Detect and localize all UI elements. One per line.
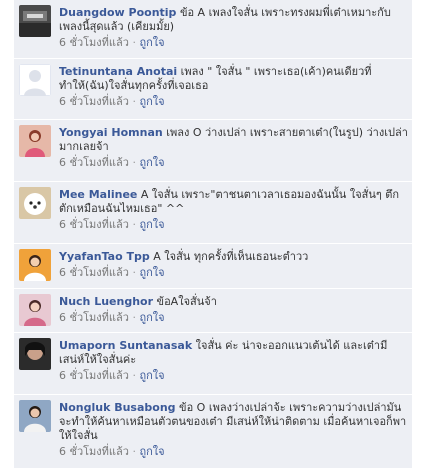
comment-meta: 6 ชั่วโมงที่แล้ว · ถูกใจ [59,445,408,459]
comment-item: Mee Malinee A ใจสั่น เพราะ"ตาชนตาเวลาเธอ… [14,182,412,244]
comment-item: YyafanTao Tpp A ใจสั่น ทุกครั้งที่เห็นเธ… [14,244,412,289]
comment-timestamp: 6 ชั่วโมงที่แล้ว [59,311,129,324]
like-link[interactable]: ถูกใจ [139,156,164,169]
comment-body: Duangdow Poontip ข้อ A เพลงใจสั่น เพราะท… [59,6,408,50]
avatar[interactable] [19,294,51,326]
like-link[interactable]: ถูกใจ [139,445,164,458]
comment-item: Duangdow Poontip ข้อ A เพลงใจสั่น เพราะท… [14,0,412,59]
separator-dot: · [132,369,136,382]
avatar[interactable] [19,187,51,219]
comment-meta: 6 ชั่วโมงที่แล้ว · ถูกใจ [59,95,408,109]
comment-meta: 6 ชั่วโมงที่แล้ว · ถูกใจ [59,369,408,383]
comment-text: A ใจสั่น ทุกครั้งที่เห็นเธอนะตำวว [153,250,309,263]
separator-dot: · [132,266,136,279]
comment-body: Nongluk Busabong ข้อ O เพลงว่างเปล่าจ้ะ … [59,401,408,459]
comment-timestamp: 6 ชั่วโมงที่แล้ว [59,95,129,108]
profile-photo-dog-icon [19,187,51,219]
comment-body: Umaporn Suntanasak ใจสั่น ค่ะ น่าจะออกแน… [59,339,408,383]
like-link[interactable]: ถูกใจ [139,95,164,108]
separator-dot: · [132,218,136,231]
comment-meta: 6 ชั่วโมงที่แล้ว · ถูกใจ [59,311,408,325]
like-link[interactable]: ถูกใจ [139,218,164,231]
comment-timestamp: 6 ชั่วโมงที่แล้ว [59,218,129,231]
comment-timestamp: 6 ชั่วโมงที่แล้ว [59,266,129,279]
commenter-name-link[interactable]: Mee Malinee [59,188,137,201]
avatar[interactable] [19,5,51,37]
comment-timestamp: 6 ชั่วโมงที่แล้ว [59,36,129,49]
commenter-name-link[interactable]: Tetinuntana Anotai [59,65,177,78]
separator-dot: · [132,445,136,458]
like-link[interactable]: ถูกใจ [139,36,164,49]
comment-item: Nongluk Busabong ข้อ O เพลงว่างเปล่าจ้ะ … [14,395,412,469]
avatar[interactable] [19,125,51,157]
comment-body: Tetinuntana Anotai เพลง " ใจสั่น " เพราะ… [59,65,408,109]
separator-dot: · [132,95,136,108]
avatar[interactable] [19,400,51,432]
like-link[interactable]: ถูกใจ [139,369,164,382]
profile-photo-rose-icon [19,294,51,326]
commenter-name-link[interactable]: Nuch Luenghor [59,295,153,308]
separator-dot: · [132,36,136,49]
profile-photo-face-icon [19,338,51,370]
comment-item: Tetinuntana Anotai เพลง " ใจสั่น " เพราะ… [14,59,412,120]
commenter-name-link[interactable]: Yongyai Homnan [59,126,163,139]
like-link[interactable]: ถูกใจ [139,311,164,324]
default-silhouette-icon [19,64,51,96]
profile-photo-dark-icon [19,5,51,37]
comment-meta: 6 ชั่วโมงที่แล้ว · ถูกใจ [59,36,408,50]
avatar[interactable] [19,64,51,96]
comment-timestamp: 6 ชั่วโมงที่แล้ว [59,156,129,169]
comment-body: Mee Malinee A ใจสั่น เพราะ"ตาชนตาเวลาเธอ… [59,188,408,232]
profile-photo-blue-icon [19,400,51,432]
avatar[interactable] [19,249,51,281]
comment-meta: 6 ชั่วโมงที่แล้ว · ถูกใจ [59,156,408,170]
like-link[interactable]: ถูกใจ [139,266,164,279]
comment-item: Nuch Luenghor ข้อAใจสั่นจ้า 6 ชั่วโมงที่… [14,289,412,333]
comment-meta: 6 ชั่วโมงที่แล้ว · ถูกใจ [59,218,408,232]
commenter-name-link[interactable]: Umaporn Suntanasak [59,339,192,352]
comment-timestamp: 6 ชั่วโมงที่แล้ว [59,369,129,382]
profile-photo-pink-icon [19,125,51,157]
comment-meta: 6 ชั่วโมงที่แล้ว · ถูกใจ [59,266,408,280]
comment-feed: Duangdow Poontip ข้อ A เพลงใจสั่น เพราะท… [0,0,423,469]
commenter-name-link[interactable]: YyafanTao Tpp [59,250,150,263]
comment-body: Yongyai Homnan เพลง O ว่างเปล่า เพราะสาย… [59,126,408,170]
comment-item: Umaporn Suntanasak ใจสั่น ค่ะ น่าจะออกแน… [14,333,412,395]
comment-timestamp: 6 ชั่วโมงที่แล้ว [59,445,129,458]
comment-text: ข้อAใจสั่นจ้า [156,295,217,308]
commenter-name-link[interactable]: Nongluk Busabong [59,401,176,414]
comment-body: YyafanTao Tpp A ใจสั่น ทุกครั้งที่เห็นเธ… [59,250,408,280]
comment-item: Yongyai Homnan เพลง O ว่างเปล่า เพราะสาย… [14,120,412,182]
profile-photo-orange-icon [19,249,51,281]
avatar[interactable] [19,338,51,370]
separator-dot: · [132,156,136,169]
commenter-name-link[interactable]: Duangdow Poontip [59,6,176,19]
separator-dot: · [132,311,136,324]
comment-body: Nuch Luenghor ข้อAใจสั่นจ้า 6 ชั่วโมงที่… [59,295,408,325]
